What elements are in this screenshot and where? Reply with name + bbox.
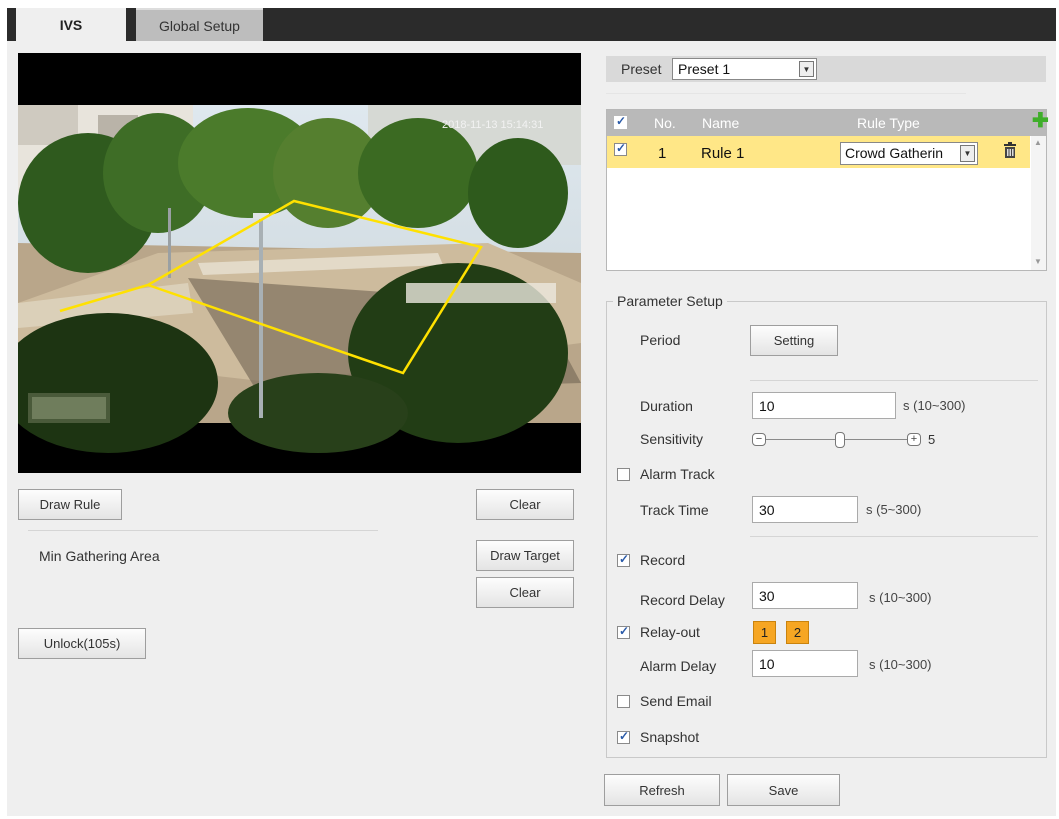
track-time-label: Track Time (640, 502, 709, 518)
track-time-input[interactable] (752, 496, 858, 523)
draw-rule-button[interactable]: Draw Rule (18, 489, 122, 520)
record-delay-label: Record Delay (640, 592, 725, 608)
camera-scene: 2018-11-13 15:14:31 (18, 105, 581, 453)
alarm-delay-label: Alarm Delay (640, 658, 717, 674)
table-scrollbar[interactable]: ▲ ▼ (1031, 136, 1046, 270)
relay-out-label: Relay-out (640, 624, 700, 640)
clear-target-button[interactable]: Clear (476, 577, 574, 608)
rule-type-select[interactable]: Crowd Gatherin ▼ (840, 142, 978, 165)
divider-2 (750, 536, 1038, 537)
rule-type-value: Crowd Gatherin (845, 145, 944, 161)
delete-icon[interactable] (1003, 142, 1017, 158)
alarm-track-checkbox[interactable] (617, 468, 630, 481)
send-email-label: Send Email (640, 693, 712, 709)
preset-value: Preset 1 (678, 61, 731, 77)
sensitivity-label: Sensitivity (640, 431, 704, 447)
add-icon[interactable]: ✚ (1032, 111, 1049, 131)
snapshot-label: Snapshot (640, 729, 700, 745)
duration-hint: s (10~300) (903, 398, 966, 413)
dropdown-arrow-icon[interactable]: ▼ (799, 61, 814, 77)
parameter-setup-box (606, 301, 1047, 758)
relay-out-checkbox[interactable] (617, 624, 630, 639)
row-no: 1 (658, 145, 667, 162)
row-checkbox[interactable] (614, 141, 627, 156)
record-delay-hint: s (10~300) (869, 590, 932, 605)
send-email-checkbox[interactable] (617, 695, 630, 708)
record-checkbox[interactable] (617, 552, 630, 567)
relay-channel-1[interactable]: 1 (753, 621, 776, 644)
header-rule-type: Rule Type (857, 115, 920, 131)
record-delay-input[interactable] (752, 582, 858, 609)
refresh-button[interactable]: Refresh (604, 774, 720, 806)
sensitivity-slider[interactable]: − + 5 (752, 430, 942, 450)
row-name: Rule 1 (701, 145, 745, 162)
select-all-checkbox[interactable] (614, 114, 627, 129)
relay-channel-2[interactable]: 2 (786, 621, 809, 644)
period-label: Period (640, 332, 681, 348)
video-preview[interactable]: 2018-11-13 15:14:31 (18, 53, 581, 473)
duration-label: Duration (640, 398, 693, 414)
scroll-up-icon[interactable]: ▲ (1034, 138, 1042, 147)
save-button[interactable]: Save (727, 774, 840, 806)
track-time-hint: s (5~300) (866, 502, 922, 517)
unlock-button[interactable]: Unlock(105s) (18, 628, 146, 659)
header-name: Name (702, 115, 740, 131)
draw-target-button[interactable]: Draw Target (476, 540, 574, 571)
min-gathering-area-label: Min Gathering Area (39, 548, 160, 564)
alarm-delay-input[interactable] (752, 650, 858, 677)
preset-label: Preset (621, 61, 662, 77)
divider-1 (750, 380, 1038, 381)
scroll-down-icon[interactable]: ▼ (1034, 257, 1042, 266)
parameter-setup-legend: Parameter Setup (613, 293, 727, 309)
period-setting-button[interactable]: Setting (750, 325, 838, 356)
minus-icon[interactable]: − (752, 433, 766, 446)
video-timestamp: 2018-11-13 15:14:31 (442, 119, 543, 131)
sensitivity-value: 5 (928, 432, 936, 447)
clear-rule-button[interactable]: Clear (476, 489, 574, 520)
record-label: Record (640, 552, 686, 568)
duration-input[interactable] (752, 392, 896, 419)
dropdown-arrow-icon[interactable]: ▼ (960, 145, 975, 162)
plus-icon[interactable]: + (907, 433, 921, 446)
header-no: No. (654, 115, 676, 131)
alarm-delay-hint: s (10~300) (869, 657, 932, 672)
preset-select[interactable]: Preset 1 ▼ (672, 58, 817, 80)
slider-thumb[interactable] (835, 432, 845, 448)
snapshot-checkbox[interactable] (617, 729, 630, 744)
left-divider (28, 530, 378, 531)
tab-global-setup[interactable]: Global Setup (136, 8, 263, 41)
tab-ivs[interactable]: IVS (16, 8, 126, 41)
alarm-track-label: Alarm Track (640, 466, 715, 482)
preset-divider (606, 93, 966, 94)
